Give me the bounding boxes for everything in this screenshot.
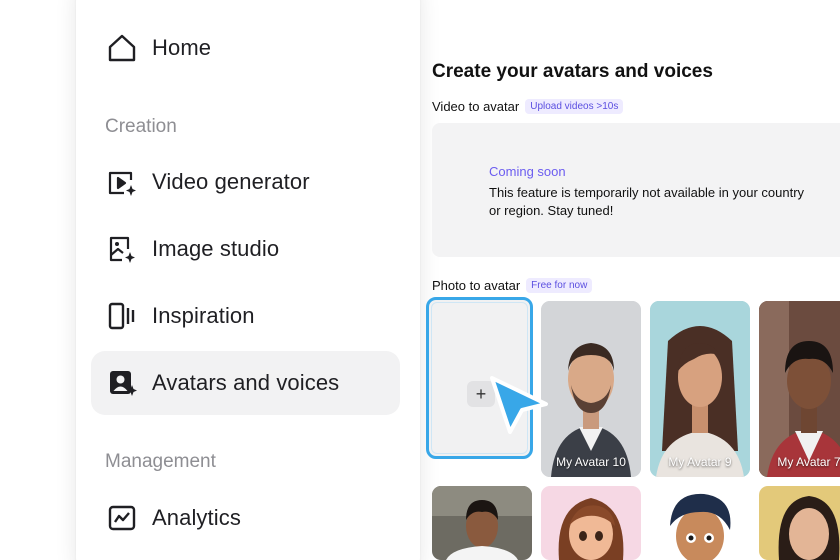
video-generator-icon [106, 166, 138, 198]
image-studio-icon [106, 233, 138, 265]
video-to-avatar-heading: Video to avatar Upload videos >10s [432, 99, 624, 114]
avatar-name: My Avatar 7 [777, 455, 840, 469]
avatar-portrait [650, 301, 750, 477]
sidebar: Home Creation Video generator Image stud… [76, 0, 420, 560]
sidebar-item-label: Inspiration [152, 303, 255, 328]
avatar-card[interactable] [650, 486, 750, 560]
avatar-card[interactable] [432, 486, 532, 560]
avatar-card-my-avatar-10[interactable]: My Avatar 10 [541, 301, 641, 477]
avatar-portrait [759, 486, 840, 560]
section-label-creation: Creation [105, 116, 177, 137]
avatar-icon [106, 367, 138, 399]
sidebar-item-video-generator[interactable]: Video generator [91, 150, 400, 214]
video-to-avatar-notice: Coming soon This feature is temporarily … [432, 123, 840, 257]
sidebar-item-label: Home [152, 35, 212, 60]
home-icon [106, 32, 138, 64]
notice-title: Coming soon [489, 164, 566, 179]
sidebar-item-inspiration[interactable]: Inspiration [91, 284, 400, 348]
section-title: Video to avatar [432, 99, 520, 114]
sidebar-item-label: Image studio [152, 236, 280, 261]
avatar-card[interactable] [759, 486, 840, 560]
notice-text: This feature is temporarily not availabl… [489, 185, 805, 218]
sidebar-item-analytics[interactable]: Analytics [91, 486, 400, 550]
avatar-card-my-avatar-9[interactable]: My Avatar 9 [650, 301, 750, 477]
page-title: Create your avatars and voices [432, 61, 713, 82]
sidebar-item-image-studio[interactable]: Image studio [91, 217, 400, 281]
upload-requirement-badge: Upload videos >10s [525, 99, 624, 114]
avatar-portrait [541, 486, 641, 560]
avatar-name: My Avatar 9 [668, 455, 732, 469]
avatar-portrait [541, 301, 641, 477]
analytics-icon [106, 502, 138, 534]
sidebar-item-label: Video generator [152, 169, 310, 194]
free-badge: Free for now [526, 278, 593, 293]
photo-to-avatar-heading: Photo to avatar Free for now [432, 278, 593, 293]
avatar-card-my-avatar-7[interactable]: My Avatar 7 [759, 301, 840, 477]
avatar-card[interactable] [541, 486, 641, 560]
sidebar-item-avatars-and-voices[interactable]: Avatars and voices [91, 351, 400, 415]
section-label-management: Management [105, 451, 216, 472]
avatar-name: My Avatar 10 [556, 455, 626, 469]
inspiration-icon [106, 300, 138, 332]
section-title: Photo to avatar [432, 278, 521, 293]
avatar-portrait [650, 486, 750, 560]
sidebar-item-label: Avatars and voices [152, 370, 340, 395]
sidebar-item-home[interactable]: Home [91, 16, 400, 80]
avatar-portrait [432, 486, 532, 560]
sidebar-item-label: Analytics [152, 505, 241, 530]
avatar-portrait [759, 301, 840, 477]
cursor-pointer-icon [490, 376, 548, 434]
